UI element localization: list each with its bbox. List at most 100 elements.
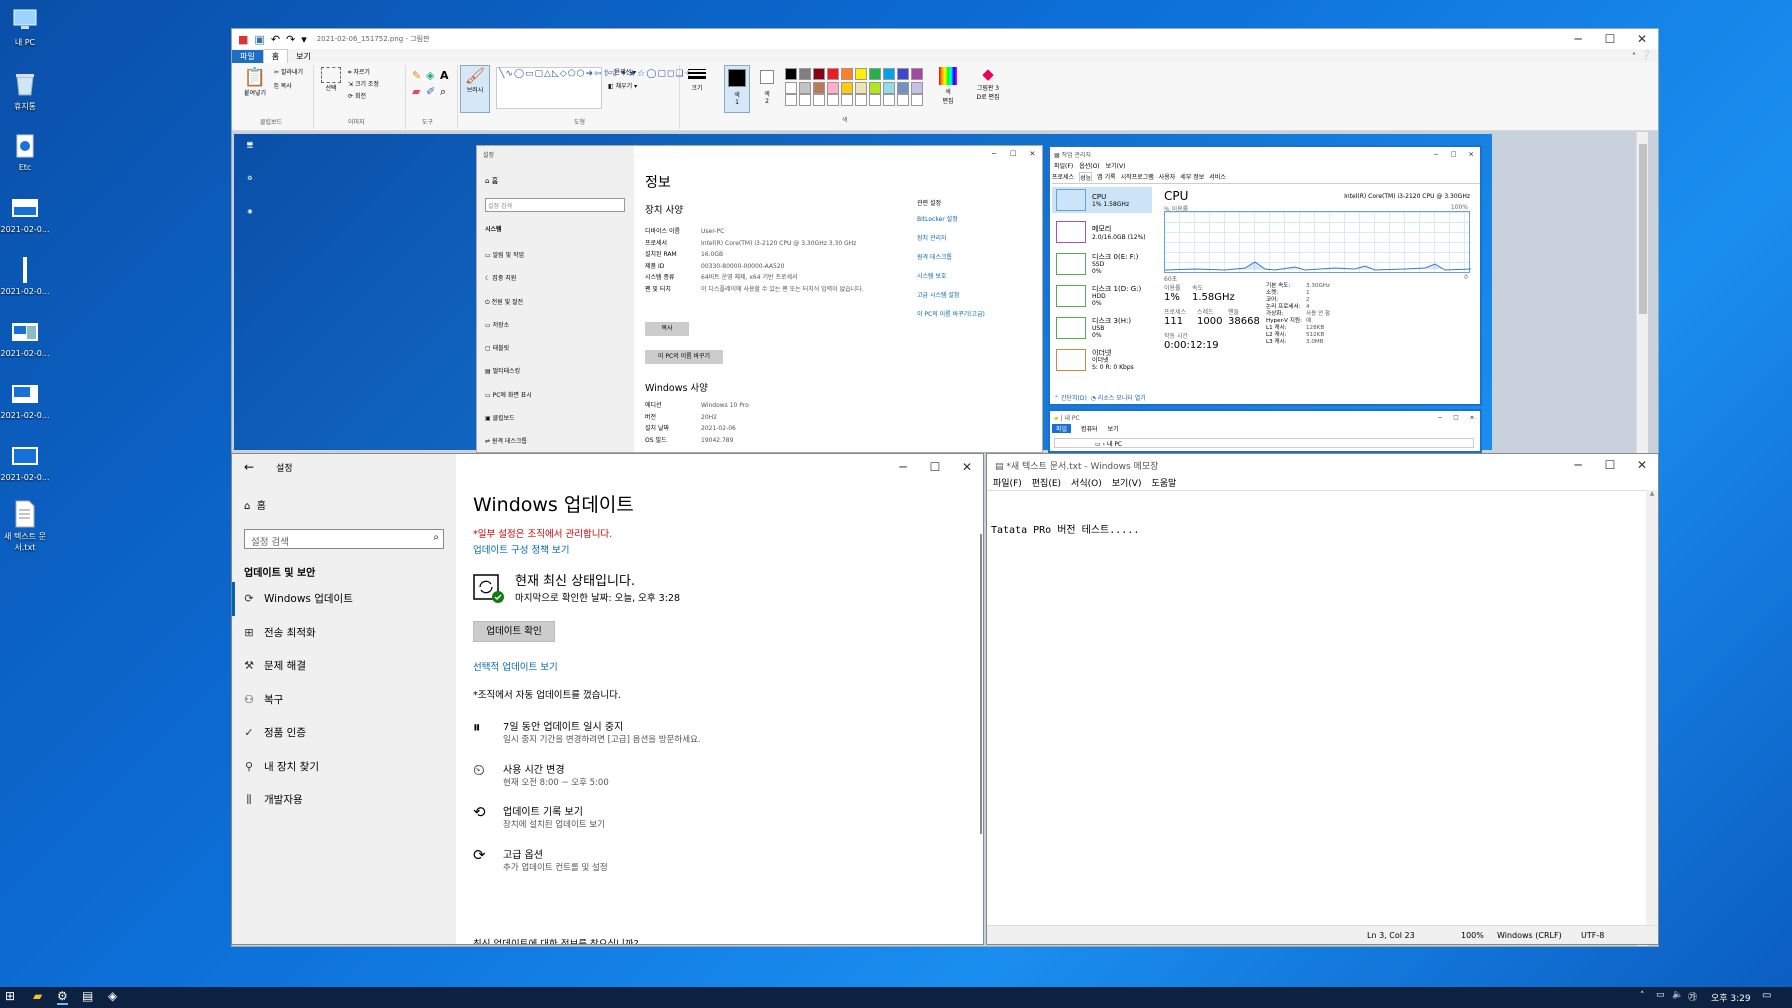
desktop-icon-image-2[interactable]: 2021-02-0... [0,256,50,296]
rotate-button[interactable]: ⟳ 회전 [348,91,366,100]
palette-swatch[interactable] [841,68,853,80]
tab-view[interactable]: 보기 [288,50,319,63]
menu-file[interactable]: 파일(F) [1054,161,1073,170]
palette-swatch[interactable] [897,68,909,80]
ime-icon[interactable]: ㉮ [1688,990,1697,1003]
palette-swatch[interactable] [785,68,797,80]
inner-nav-item[interactable]: ▭ PC에 화면 표시 [485,384,532,407]
minimize-button[interactable]: ─ [887,454,919,480]
palette-swatch[interactable] [827,68,839,80]
inner-nav-item[interactable]: ▢ 태블릿 [485,337,532,360]
edit-colors-button[interactable]: 색 편집 [934,65,962,105]
nav-windows-update[interactable]: ⟳ Windows 업데이트 [232,582,456,616]
option-pause[interactable]: ⏸ 7일 동안 업데이트 일시 중지 일시 중지 기간을 변경하려면 [고급] 옵션… [473,718,953,761]
notepad-scrollbar[interactable]: ▲ [1646,490,1658,925]
palette-swatch[interactable] [813,68,825,80]
inner-nav-item[interactable]: ▭ 알림 및 작업 [485,244,532,267]
side-disk0[interactable]: 디스크 0(E: F:) SSD 0% [1052,251,1152,277]
desktop-icon-image-5[interactable]: 2021-02-0... [0,442,50,482]
inner-nav-item[interactable]: ▤ 멀티태스킹 [485,360,532,383]
close-button[interactable]: ✕ [1464,411,1480,424]
related-link[interactable]: 시스템 보호 [917,267,1037,286]
palette-swatch[interactable] [883,68,895,80]
minimize-button[interactable]: ─ [1427,147,1445,161]
save-icon[interactable]: ▣ [254,33,264,46]
color-picker-icon[interactable]: ✐ [426,85,435,98]
color1-button[interactable]: 색 1 [724,65,750,113]
minimize-button[interactable]: ─ [984,146,1003,162]
crop-button[interactable]: ⌗ 자르기 [348,67,370,77]
inner-home-link[interactable]: ⌂ 홈 [485,176,498,186]
related-link[interactable]: 원격 데스크톱 [917,248,1037,267]
network-icon[interactable]: ▭ [1656,990,1665,1000]
option-advanced[interactable]: ⟳ 고급 옵션 추가 업데이트 컨트롤 및 설정 [473,846,953,889]
shapes-gallery[interactable]: ╲∿◯▭▢△◺◇⬠⬡➜⇦⇧⇩✦★☆◯▢◻❏✧ [496,67,692,109]
side-cpu[interactable]: CPU 1% 1.58GHz [1052,187,1152,213]
settings-scrollbar[interactable] [980,534,982,834]
inner-nav-item[interactable]: ▣ 클립보드 [485,407,532,430]
maximize-button[interactable]: ☐ [1445,147,1463,161]
inner-nav-item[interactable]: ⇌ 원격 데스크톱 [485,430,532,452]
address-bar[interactable]: ▭ › 내 PC [1054,438,1474,448]
magnifier-icon[interactable]: ⌕ [440,85,446,99]
menu-edit[interactable]: 편집(E) [1032,476,1061,489]
close-button[interactable]: ✕ [1626,454,1658,478]
fewer-details-link[interactable]: ⌃ 간단히(D) [1054,395,1087,402]
tray-chevron-icon[interactable]: ˄ [1640,991,1645,1001]
maximize-button[interactable]: ☐ [919,454,951,480]
palette-swatch[interactable] [911,68,923,80]
menu-options[interactable]: 옵션(O) [1079,161,1099,170]
tab-users[interactable]: 사용자 [1159,172,1176,182]
fill-icon[interactable]: ◈ [426,69,434,82]
tab-home[interactable]: 홈 [262,49,289,63]
close-button[interactable]: ✕ [1462,147,1480,161]
outline-dropdown[interactable]: ▱ 윤곽선 ▾ [608,67,636,76]
text-icon[interactable]: A [440,69,449,82]
tab-computer[interactable]: 컴퓨터 [1081,424,1098,433]
desktop-icon-recycle-bin[interactable]: 휴지통 [0,70,50,112]
related-link[interactable]: 이 PC의 이름 바꾸기(고급) [917,305,1037,324]
undo-icon[interactable]: ↶ [271,33,280,46]
settings-search-input[interactable]: 설정 검색 ⌕ [244,529,444,549]
tab-details[interactable]: 세부 정보 [1180,172,1204,182]
minimize-button[interactable]: ─ [1562,454,1594,478]
side-ethernet[interactable]: 이더넷 이더넷 S: 0 R: 0 Kbps [1052,347,1152,373]
tab-file[interactable]: 파일 [232,49,263,63]
maximize-button[interactable]: ☐ [1594,454,1626,478]
volume-icon[interactable]: 🔈 [1672,990,1683,1000]
side-disk1[interactable]: 디스크 1(D: G:) HDD 0% [1052,283,1152,309]
notepad-taskbar-icon[interactable]: ▤ [82,989,93,1003]
palette-swatch[interactable] [869,68,881,80]
brush-button[interactable]: 🖌 브러시 [460,65,490,113]
maximize-button[interactable]: ☐ [1004,146,1023,162]
nav-delivery-optimization[interactable]: ⊞ 전송 최적화 [232,616,456,650]
copy-button[interactable]: ⎘ 복사 [274,81,292,91]
desktop-icon-image-1[interactable]: 2021-02-0... [0,194,50,234]
menu-help[interactable]: 도움말 [1151,476,1176,489]
rename-pc-button[interactable]: 이 PC의 이름 바꾸기 [645,350,723,364]
tab-performance[interactable]: 성능 [1079,172,1093,182]
related-link[interactable]: 장치 관리자 [917,229,1037,248]
tab-file[interactable]: 파일 [1052,424,1072,433]
ribbon-collapse-icon[interactable]: ˄ [1632,52,1636,61]
maximize-button[interactable]: ☐ [1448,411,1464,424]
paste-button[interactable]: 📋 붙여넣기 [240,67,270,97]
home-link[interactable]: ⌂ 홈 [244,497,266,512]
desktop-icon-image-3[interactable]: 2021-02-0... [0,318,50,358]
qat-dropdown-icon[interactable]: ▾ [301,33,307,46]
inner-nav-item[interactable]: ⏻ 전원 및 절전 [485,291,532,314]
close-button[interactable]: ✕ [951,454,983,480]
menu-view[interactable]: 보기(V) [1112,476,1142,489]
cut-button[interactable]: ✂ 잘라내기 [274,67,303,76]
side-memory[interactable]: 메모리 2.0/16.0GB (12%) [1052,219,1152,245]
desktop-icon-my-pc[interactable]: 내 PC [0,6,50,48]
desktop-icon-image-4[interactable]: 2021-02-0... [0,380,50,420]
side-disk3[interactable]: 디스크 3(H:) USB 0% [1052,315,1152,341]
help-icon[interactable]: ❔ [1641,51,1652,61]
inner-nav-item[interactable]: ☾ 집중 지원 [485,267,532,290]
nav-find-device[interactable]: ⚲ 내 장치 찾기 [232,750,456,784]
desktop-icon-etc[interactable]: Etc [0,132,50,172]
resource-monitor-link[interactable]: ◔ 리소스 모니터 열기 [1091,395,1146,402]
tab-view[interactable]: 보기 [1108,424,1119,433]
nav-recovery[interactable]: ⚇ 복구 [232,683,456,717]
